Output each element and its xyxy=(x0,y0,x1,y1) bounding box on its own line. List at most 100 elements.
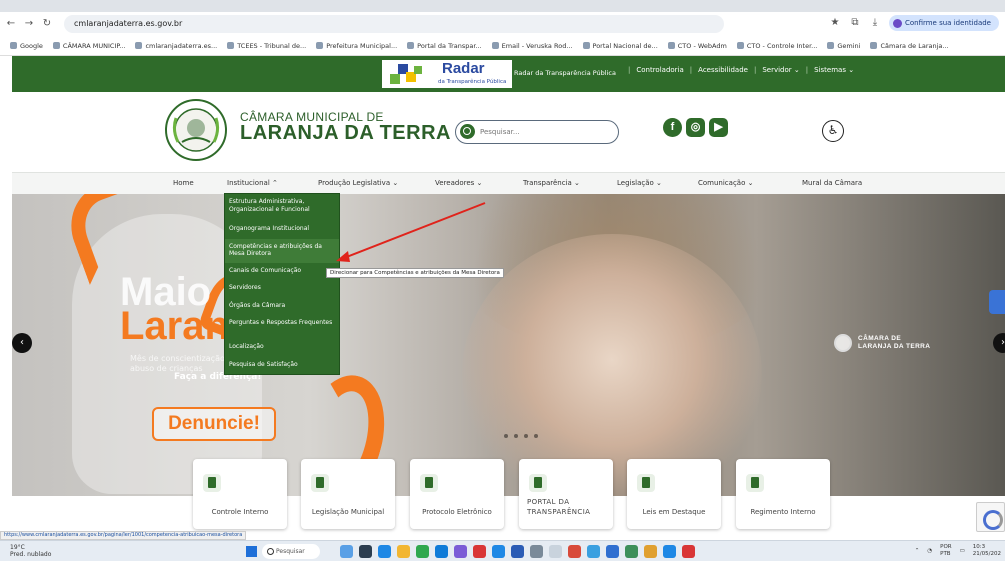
edge-icon[interactable] xyxy=(435,545,448,558)
file-explorer-icon[interactable] xyxy=(397,545,410,558)
nav-producao-legislativa[interactable]: Produção Legislativa ⌄ xyxy=(318,179,398,187)
side-widget-tab[interactable] xyxy=(989,290,1005,314)
red-arrow-annotation xyxy=(336,202,486,262)
bookmark-item[interactable]: Portal Nacional de... xyxy=(582,42,658,50)
forward-icon[interactable]: → xyxy=(22,17,36,31)
recaptcha-icon[interactable] xyxy=(976,502,1005,532)
url-field[interactable]: cmlaranjadaterra.es.gov.br xyxy=(64,15,724,33)
accessibility-icon[interactable]: ♿ xyxy=(822,120,844,142)
star-icon[interactable]: ★ xyxy=(829,17,841,29)
download-icon[interactable]: ⤓ xyxy=(869,17,881,29)
radar-caption[interactable]: Radar da Transparência Pública xyxy=(514,69,616,77)
bookmark-item[interactable]: CTO - Controle Inter... xyxy=(736,41,818,50)
extensions-icon[interactable]: ⧉ xyxy=(849,17,861,29)
card-portal-transparencia[interactable]: PORTAL DA TRANSPARÊNCIA xyxy=(519,459,613,529)
carousel-next-icon[interactable]: › xyxy=(993,333,1005,353)
card-controle-interno[interactable]: Controle Interno xyxy=(193,459,287,529)
network-icon[interactable]: ◔ xyxy=(927,548,932,555)
carousel-dot[interactable] xyxy=(524,434,528,438)
nav-vereadores[interactable]: Vereadores ⌄ xyxy=(435,179,482,187)
brand-line-2[interactable]: LARANJA DA TERRA xyxy=(240,122,451,145)
bookmark-icon xyxy=(407,42,415,49)
bookmark-label: CTO - Controle Inter... xyxy=(746,41,818,50)
youtube-icon[interactable]: ▶ xyxy=(709,118,728,137)
windows-start-icon[interactable] xyxy=(246,546,257,557)
app-icon[interactable] xyxy=(549,545,562,558)
bookmark-item[interactable]: Email - Veruska Rod... xyxy=(491,42,573,50)
facebook-icon[interactable]: f xyxy=(663,118,682,137)
menu-item-organograma[interactable]: Organograma Institucional xyxy=(225,221,339,239)
menu-item-perguntas[interactable]: Perguntas e Respostas Frequentes xyxy=(225,315,339,339)
app-icon[interactable] xyxy=(625,545,638,558)
bookmark-label: Câmara de Laranja... xyxy=(880,41,949,50)
app-icon[interactable] xyxy=(606,545,619,558)
app-icon[interactable] xyxy=(663,545,676,558)
bookmark-item[interactable]: Prefeitura Municipal... xyxy=(316,42,397,50)
carousel-prev-icon[interactable]: ‹ xyxy=(12,333,32,353)
menu-item-pesquisa[interactable]: Pesquisa de Satisfação xyxy=(225,357,339,375)
municipal-seal-icon[interactable] xyxy=(164,98,228,162)
menu-item-canais[interactable]: Canais de Comunicação xyxy=(225,263,339,281)
nav-legislacao[interactable]: Legislação ⌄ xyxy=(617,179,662,187)
nav-mural-da-camara[interactable]: Mural da Câmara xyxy=(802,179,862,187)
menu-item-estrutura[interactable]: Estrutura Administrativa, Organizacional… xyxy=(225,194,339,221)
menu-servidor[interactable]: Servidor ⌄ xyxy=(762,66,799,74)
link-controladoria[interactable]: Controladoria xyxy=(636,66,683,74)
nav-home[interactable]: Home xyxy=(173,179,194,187)
card-leis-em-destaque[interactable]: Leis em Destaque xyxy=(627,459,721,529)
app-icon[interactable] xyxy=(473,545,486,558)
app-icon[interactable] xyxy=(530,545,543,558)
bookmark-item[interactable]: CÂMARA MUNICIP... xyxy=(52,42,125,50)
app-icon[interactable] xyxy=(644,545,657,558)
nav-transparencia[interactable]: Transparência ⌄ xyxy=(523,179,580,187)
menu-item-competencias[interactable]: Competências e atribuições da Mesa Diret… xyxy=(225,238,339,263)
app-icon[interactable] xyxy=(378,545,391,558)
menu-item-servidores[interactable]: Servidores xyxy=(225,280,339,298)
menu-item-orgaos[interactable]: Órgãos da Câmara xyxy=(225,298,339,316)
carousel-dot[interactable] xyxy=(504,434,508,438)
link-acessibilidade[interactable]: Acessibilidade xyxy=(698,66,748,74)
app-icon[interactable] xyxy=(492,545,505,558)
app-icon[interactable] xyxy=(682,545,695,558)
task-view-icon[interactable] xyxy=(359,545,372,558)
nav-comunicacao[interactable]: Comunicação ⌄ xyxy=(698,179,753,187)
bookmark-label: Prefeitura Municipal... xyxy=(326,41,398,50)
profile-button[interactable]: Confirme sua identidade xyxy=(888,15,999,31)
taskbar-search[interactable]: Pesquisar xyxy=(262,544,320,559)
bookmark-item[interactable]: Câmara de Laranja... xyxy=(870,41,949,50)
system-tray: ⌃ ◔ POR PTB ▭ 10:3 21/05/202 xyxy=(915,544,1001,558)
card-protocolo-eletronico[interactable]: Protocolo Eletrônico xyxy=(410,459,504,529)
bookmark-item[interactable]: Google xyxy=(10,42,43,50)
bookmark-item[interactable]: TCEES - Tribunal de... xyxy=(227,42,306,50)
radar-transparencia-logo[interactable]: Radar da Transparência Pública xyxy=(382,60,512,88)
card-legislacao-municipal[interactable]: Legislação Municipal xyxy=(301,459,395,529)
denuncie-button[interactable]: Denuncie! xyxy=(152,407,276,441)
instagram-icon[interactable]: ◎ xyxy=(686,118,705,137)
language-indicator[interactable]: POR PTB xyxy=(940,544,951,558)
bookmark-item[interactable]: CTO - WebAdm xyxy=(667,42,727,50)
card-regimento-interno[interactable]: Regimento Interno xyxy=(736,459,830,529)
weather-widget[interactable]: 19°C Pred. nublado xyxy=(10,544,51,558)
gmail-icon[interactable] xyxy=(568,545,581,558)
bookmark-item[interactable]: Gemini xyxy=(827,42,860,50)
carousel-dot[interactable] xyxy=(514,434,518,438)
chevron-up-icon[interactable]: ⌃ xyxy=(915,548,920,555)
word-icon[interactable] xyxy=(511,545,524,558)
carousel-dot[interactable] xyxy=(534,434,538,438)
app-icon[interactable] xyxy=(454,545,467,558)
menu-sistemas[interactable]: Sistemas ⌄ xyxy=(814,66,854,74)
carousel-indicators xyxy=(504,434,538,438)
search-icon[interactable] xyxy=(460,124,475,139)
monitor-icon[interactable]: ▭ xyxy=(960,548,965,555)
nav-institucional[interactable]: Institucional ⌃ xyxy=(227,179,278,187)
app-icon[interactable] xyxy=(587,545,600,558)
menu-item-localizacao[interactable]: Localização xyxy=(225,339,339,357)
back-icon[interactable]: ← xyxy=(4,17,18,31)
search-input[interactable] xyxy=(480,125,610,139)
reload-icon[interactable]: ↻ xyxy=(40,17,54,31)
bookmark-item[interactable]: Portal da Transpar... xyxy=(407,42,482,50)
chrome-icon[interactable] xyxy=(416,545,429,558)
widgets-icon[interactable] xyxy=(340,545,353,558)
clock[interactable]: 10:3 21/05/202 xyxy=(973,544,1001,558)
bookmark-item[interactable]: cmlaranjadaterra.es... xyxy=(135,42,217,50)
